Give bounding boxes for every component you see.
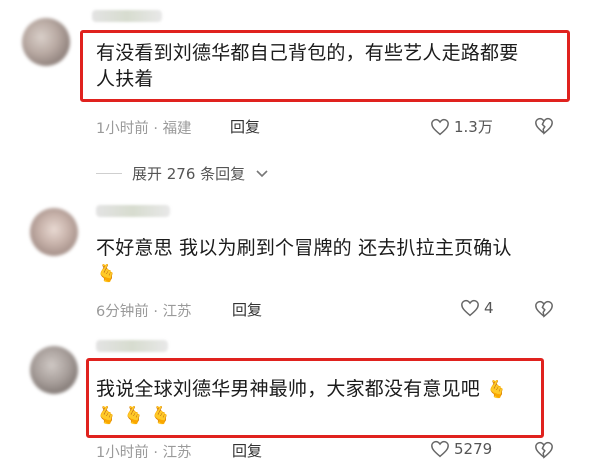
finger-heart-emoji: 🫰	[486, 380, 508, 400]
comment-text: 我说全球刘德华男神最帅，大家都没有意见吧 🫰	[96, 376, 536, 402]
dislike-icon[interactable]	[534, 117, 554, 135]
heart-icon	[461, 299, 479, 317]
comment-time: 6分钟前	[96, 304, 149, 320]
emoji-row: 🫰 🫰 🫰	[96, 406, 172, 426]
avatar[interactable]	[30, 346, 78, 394]
heart-icon	[431, 118, 449, 135]
comment-time: 1小时前	[96, 121, 149, 137]
chevron-down-icon	[256, 169, 268, 177]
comment-meta: 1小时前 · 江苏	[96, 445, 192, 461]
comment-text-line: 人扶着	[96, 68, 154, 90]
heart-icon	[431, 440, 449, 458]
finger-heart-emoji: 🫰	[123, 406, 145, 426]
comment-text-body: 我说全球刘德华男神最帅，大家都没有意见吧	[96, 378, 481, 400]
finger-heart-emoji: 🫰	[96, 264, 118, 284]
comment-text: 有没看到刘德华都自己背包的，有些艺人走路都要 人扶着	[96, 40, 566, 92]
comment-meta: 1小时前 · 福建	[96, 121, 192, 137]
finger-heart-emoji: 🫰	[96, 406, 118, 426]
reply-button[interactable]: 回复	[232, 440, 262, 461]
dislike-icon[interactable]	[534, 441, 554, 459]
like-count: 4	[484, 299, 494, 317]
username-blurred[interactable]	[92, 10, 162, 22]
comment-location: 福建	[162, 121, 192, 137]
reply-button[interactable]: 回复	[232, 299, 262, 320]
expand-replies-label: 展开 276 条回复	[132, 165, 246, 183]
emoji-row: 🫰	[96, 264, 117, 284]
like-button[interactable]: 1.3万	[430, 116, 493, 137]
comment-location: 江苏	[162, 304, 192, 320]
like-button[interactable]: 4	[460, 299, 494, 317]
comment-meta: 6分钟前 · 江苏	[96, 304, 192, 320]
finger-heart-emoji: 🫰	[150, 406, 172, 426]
username-blurred[interactable]	[96, 340, 168, 352]
avatar[interactable]	[30, 208, 78, 256]
divider-line	[96, 173, 122, 174]
expand-replies-button[interactable]: 展开 276 条回复	[96, 163, 269, 184]
avatar[interactable]	[22, 18, 70, 66]
like-count: 1.3万	[454, 118, 493, 136]
comment-text: 不好意思 我以为刷到个冒牌的 还去扒拉主页确认	[96, 237, 512, 259]
reply-button[interactable]: 回复	[230, 116, 260, 137]
dislike-icon[interactable]	[534, 300, 554, 318]
like-button[interactable]: 5279	[430, 440, 492, 458]
comment-time: 1小时前	[96, 445, 149, 461]
comment-text-line: 有没看到刘德华都自己背包的，有些艺人走路都要	[96, 42, 519, 64]
comment-location: 江苏	[162, 445, 192, 461]
like-count: 5279	[454, 440, 493, 458]
username-blurred[interactable]	[96, 205, 170, 217]
